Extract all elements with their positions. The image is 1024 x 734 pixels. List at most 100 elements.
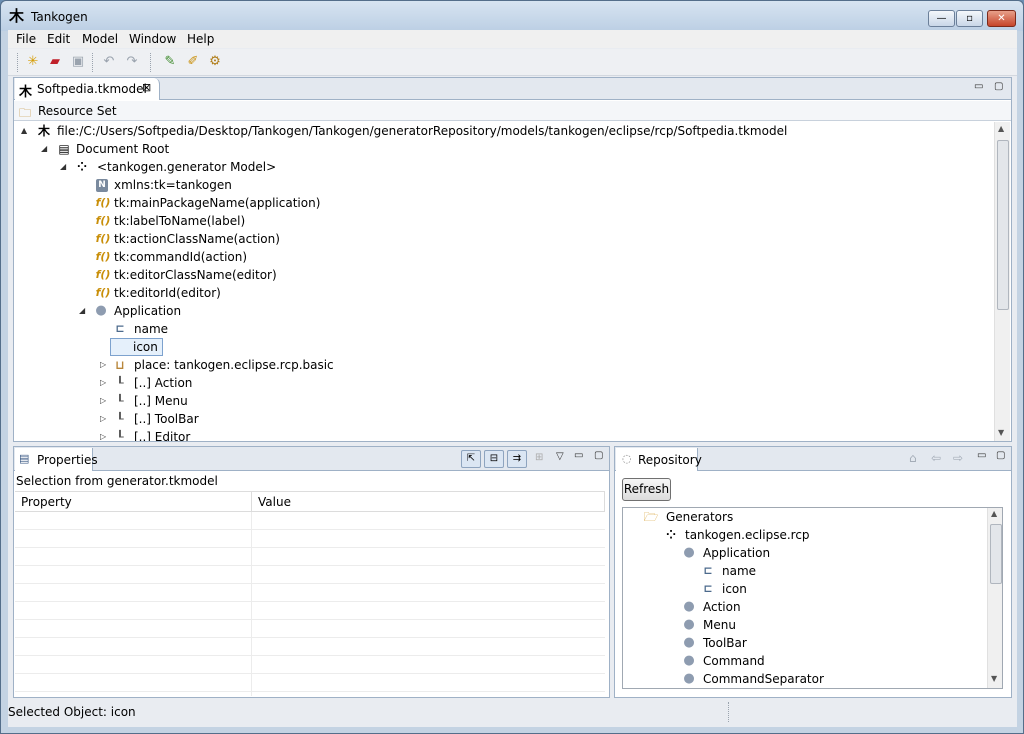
table-row[interactable]	[15, 584, 605, 602]
minimize-panel-icon[interactable]: ▭	[574, 450, 583, 461]
repo-row-element[interactable]: ● Action	[623, 598, 983, 616]
repo-row-element[interactable]: ● ToolBar	[623, 634, 983, 652]
table-row[interactable]	[15, 530, 605, 548]
refresh-button[interactable]: Refresh	[622, 478, 671, 501]
table-row[interactable]	[15, 566, 605, 584]
collapsed-twisty-icon[interactable]: ▷	[100, 392, 110, 410]
repo-row-model[interactable]: ⁘ tankogen.eclipse.rcp	[623, 526, 983, 544]
tree-row-namespace[interactable]: N xmlns:tk=tankogen	[14, 176, 994, 194]
undo-icon[interactable]: ↶	[100, 53, 118, 71]
close-window-button[interactable]: ✕	[987, 10, 1016, 27]
tree-row-application[interactable]: ◢ ● Application	[14, 302, 994, 320]
tree-row-reference[interactable]: ▷ ┖ [..] ToolBar	[14, 410, 994, 428]
minimize-button[interactable]: —	[928, 10, 955, 27]
menu-file[interactable]: File	[16, 32, 36, 46]
repo-row-attribute[interactable]: ⊏ icon	[623, 580, 983, 598]
tree-row-function[interactable]: f() tk:actionClassName(action)	[14, 230, 994, 248]
edit-generator-icon[interactable]: ✐	[184, 53, 202, 71]
expanded-twisty-icon[interactable]: ▲	[21, 122, 31, 140]
table-row[interactable]	[15, 512, 605, 530]
collapsed-twisty-icon[interactable]: ▷	[100, 374, 110, 392]
title-bar[interactable]: 木 Tankogen — ▫ ✕	[1, 1, 1023, 31]
table-row[interactable]	[15, 656, 605, 674]
expanded-twisty-icon[interactable]: ◢	[60, 158, 70, 176]
redo-icon[interactable]: ↷	[123, 53, 141, 71]
repo-row-element[interactable]: ● CommandSeparator	[623, 670, 983, 688]
tree-row-attribute[interactable]: ⊏ name	[14, 320, 994, 338]
repository-header: ◌ Repository ⌂ ⇦ ⇨ ▭ ▢	[615, 447, 1011, 471]
repo-row-element[interactable]: ● Application	[623, 544, 983, 562]
collapsed-twisty-icon[interactable]: ▷	[100, 428, 110, 441]
new-icon[interactable]: ✳	[24, 53, 42, 71]
table-row[interactable]	[15, 674, 605, 692]
minimize-panel-icon[interactable]: ▭	[977, 450, 986, 461]
expanded-twisty-icon[interactable]: ◢	[41, 140, 51, 158]
column-header-property[interactable]: Property	[15, 492, 252, 512]
toolbar-separator	[150, 53, 151, 72]
forward-arrow-icon[interactable]: ⇨	[953, 451, 963, 465]
tree-row-place[interactable]: ▷ ⊔ place: tankogen.eclipse.rcp.basic	[14, 356, 994, 374]
tree-row-document-root[interactable]: ◢ ▤ Document Root	[14, 140, 994, 158]
tree-row-reference[interactable]: ▷ ┖ [..] Menu	[14, 392, 994, 410]
save-icon[interactable]: ▣	[69, 53, 87, 71]
back-arrow-icon[interactable]: ⇦	[931, 451, 941, 465]
collapsed-twisty-icon[interactable]: ▷	[100, 356, 110, 374]
collapsed-twisty-icon[interactable]: ▷	[100, 410, 110, 428]
maximize-panel-icon[interactable]: ▢	[996, 450, 1005, 461]
minimize-panel-icon[interactable]: ▭	[974, 81, 983, 92]
tab-repository[interactable]: ◌ Repository	[616, 448, 702, 471]
tree-row-function[interactable]: f() tk:mainPackageName(application)	[14, 194, 994, 212]
tab-properties[interactable]: ▤ Properties	[15, 448, 98, 471]
pin-icon[interactable]: ⇱	[461, 450, 481, 468]
tree-row-function[interactable]: f() tk:labelToName(label)	[14, 212, 994, 230]
column-header-value[interactable]: Value	[252, 492, 605, 512]
table-row[interactable]	[15, 548, 605, 566]
table-row[interactable]	[15, 638, 605, 656]
tree-row-attribute-selected[interactable]: ⊏ icon	[14, 338, 994, 356]
repository-vertical-scrollbar[interactable]: ▲ ▼	[987, 508, 1002, 688]
categories-icon[interactable]: ⊟	[484, 450, 504, 468]
tree-row-function[interactable]: f() tk:editorId(editor)	[14, 284, 994, 302]
menu-model[interactable]: Model	[82, 32, 118, 46]
tree-row-function[interactable]: f() tk:commandId(action)	[14, 248, 994, 266]
maximize-panel-icon[interactable]: ▢	[594, 450, 603, 461]
table-row[interactable]	[15, 602, 605, 620]
menu-window[interactable]: Window	[129, 32, 176, 46]
scrollbar-thumb[interactable]	[997, 140, 1009, 310]
advanced-properties-icon[interactable]: ⇉	[507, 450, 527, 468]
scroll-down-icon[interactable]: ▼	[998, 428, 1004, 437]
tree-row-model[interactable]: ◢ ⁘ <tankogen.generator Model>	[14, 158, 994, 176]
model-editor: 木 Softpedia.tkmodel ⊠ ▭ ▢ 🗀 Resource Set…	[13, 77, 1012, 442]
settings-icon[interactable]: ⚙	[206, 53, 224, 71]
view-menu-icon[interactable]: ▽	[556, 451, 564, 462]
tree-label: icon	[722, 582, 747, 596]
repo-row-element[interactable]: ● Menu	[623, 616, 983, 634]
scroll-up-icon[interactable]: ▲	[991, 509, 997, 518]
repo-row-attribute[interactable]: ⊏ name	[623, 562, 983, 580]
place-icon: ⊔	[115, 358, 125, 372]
tab-softpedia-tkmodel[interactable]: 木 Softpedia.tkmodel ⊠	[15, 78, 160, 100]
table-row[interactable]	[15, 620, 605, 638]
scrollbar-thumb[interactable]	[990, 524, 1002, 584]
close-tab-icon[interactable]: ⊠	[142, 81, 151, 94]
menu-edit[interactable]: Edit	[47, 32, 70, 46]
home-icon[interactable]: ⌂	[909, 451, 917, 465]
tree-row-reference[interactable]: ▷ ┖ [..] Action	[14, 374, 994, 392]
scroll-up-icon[interactable]: ▲	[998, 124, 1004, 133]
element-icon: ●	[683, 671, 695, 686]
repo-row-element[interactable]: ● Command	[623, 652, 983, 670]
editor-vertical-scrollbar[interactable]: ▲ ▼	[994, 122, 1010, 441]
restore-default-icon[interactable]: ⊞	[535, 452, 543, 463]
expanded-twisty-icon[interactable]: ◢	[79, 302, 89, 320]
tree-row-file[interactable]: ▲ 木 file:/C:/Users/Softpedia/Desktop/Tan…	[14, 122, 994, 140]
repository-icon: ◌	[622, 452, 632, 465]
open-icon[interactable]: ▰	[46, 53, 64, 71]
tree-row-function[interactable]: f() tk:editorClassName(editor)	[14, 266, 994, 284]
repo-row-generators[interactable]: 🗁 Generators	[623, 508, 983, 526]
scroll-down-icon[interactable]: ▼	[991, 674, 997, 683]
menu-help[interactable]: Help	[187, 32, 214, 46]
generate-icon[interactable]: ✎	[161, 53, 179, 71]
maximize-button[interactable]: ▫	[956, 10, 983, 27]
maximize-panel-icon[interactable]: ▢	[994, 81, 1003, 92]
tree-row-reference[interactable]: ▷ ┖ [..] Editor	[14, 428, 994, 441]
